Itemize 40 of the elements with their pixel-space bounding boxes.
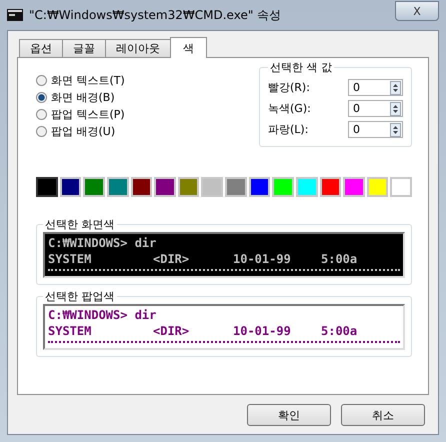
console-text: 5:00a (321, 323, 358, 339)
spin-field[interactable]: 0 (348, 79, 403, 96)
radio-label[interactable]: 팝업 텍스트(P) (51, 107, 125, 122)
radio-button[interactable] (36, 75, 47, 86)
console-text: 10-01-99 (233, 251, 292, 267)
console-text: <DIR> (153, 323, 190, 339)
radio-button[interactable] (36, 126, 47, 137)
radio-label[interactable]: 화면 배경(B) (51, 90, 115, 105)
field-label: 빨강(R): (268, 80, 311, 95)
console-text: C:₩WINDOWS> dir (48, 307, 156, 323)
group-title: 선택한 팝업색 (44, 289, 116, 304)
console-text: C:₩WINDOWS> dir (48, 235, 156, 251)
radio-label[interactable]: 팝업 배경(U) (51, 124, 116, 139)
console-icon (7, 9, 23, 21)
console-text: SYSTEM (48, 251, 92, 267)
spin-field[interactable]: 0 (348, 121, 403, 138)
console-text: <DIR> (153, 251, 190, 267)
radio-label[interactable]: 화면 텍스트(T) (51, 73, 125, 88)
tab[interactable]: 레이아웃 (105, 39, 171, 57)
spin-arrows-icon[interactable] (390, 122, 401, 136)
group-title: 선택한 색 값 (269, 60, 333, 75)
radio-button[interactable] (36, 92, 47, 103)
dialog-button[interactable]: 취소 (341, 404, 425, 426)
tab[interactable]: 색 (170, 37, 207, 58)
close-button[interactable]: X (395, 1, 439, 21)
spin-arrows-icon[interactable] (390, 80, 401, 94)
tab[interactable]: 글꼴 (62, 39, 106, 57)
spin-arrows-icon[interactable] (390, 102, 401, 116)
console-text: SYSTEM (48, 323, 92, 339)
group-title: 선택한 화면색 (44, 217, 116, 232)
spin-field[interactable]: 0 (348, 100, 403, 117)
field-label: 파랑(L): (268, 122, 310, 137)
field-label: 녹색(G): (268, 101, 312, 116)
dialog-button[interactable]: 확인 (247, 404, 331, 426)
radio-button[interactable] (36, 109, 47, 120)
console-text: 10-01-99 (233, 323, 292, 339)
console-text: 5:00a (321, 251, 358, 267)
color-swatch[interactable] (36, 177, 58, 197)
tab[interactable]: 옵션 (19, 39, 63, 57)
window-title: "C:₩Windows₩system32₩CMD.exe" 속성 (29, 6, 282, 24)
